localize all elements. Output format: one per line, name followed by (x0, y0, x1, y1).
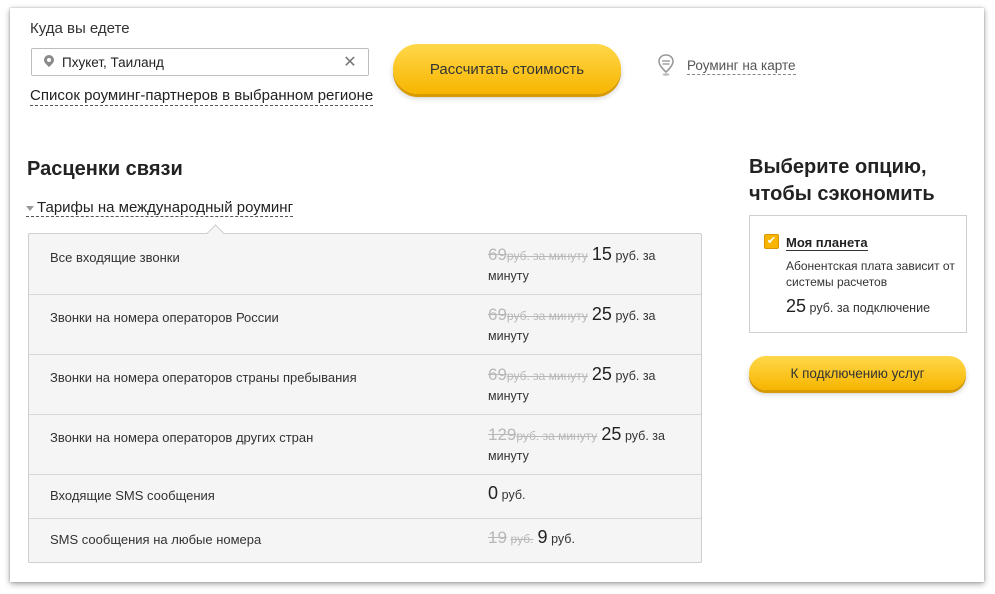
new-price: 0 (488, 483, 499, 503)
option-price-value: 25 (786, 296, 807, 316)
old-price-unit: руб. за минуту (506, 249, 588, 263)
offer-title-line1: Выберите опцию, (749, 156, 927, 178)
option-checkbox[interactable]: ✔ (764, 234, 779, 249)
old-price: 69 (488, 365, 507, 384)
row-label: SMS сообщения на любые номера (50, 532, 262, 547)
row-label: Звонки на номера операторов страны пребы… (50, 370, 357, 385)
old-price: 69 (488, 305, 507, 324)
option-price-unit: руб. за подключение (809, 301, 931, 315)
rates-title: Расценки связи (27, 158, 183, 180)
new-price: 25 (591, 304, 612, 324)
caret-down-icon (26, 205, 34, 211)
map-pin-icon[interactable] (658, 54, 674, 76)
row-price: 69руб. за минуту 25 руб. за минуту (488, 365, 693, 406)
row-label: Все входящие звонки (50, 250, 180, 265)
old-price-unit: руб. за минуту (506, 369, 588, 383)
rates-table: Все входящие звонки 69руб. за минуту 15 р… (28, 233, 702, 563)
row-price: 69руб. за минуту 15 руб. за минуту (488, 245, 693, 286)
new-price-unit: руб. (501, 488, 526, 502)
new-price: 25 (591, 364, 612, 384)
old-price: 19 (488, 528, 507, 547)
roaming-map-link[interactable]: Роуминг на карте (687, 58, 796, 75)
row-price: 19 руб. 9 руб. (488, 528, 693, 549)
offer-title: Выберите опцию, чтобы сэкономить (749, 154, 969, 208)
table-row: Звонки на номера операторов России 69руб… (29, 294, 701, 355)
row-label: Звонки на номера операторов России (50, 310, 279, 325)
row-price: 129руб. за минуту 25 руб. за минуту (488, 425, 693, 466)
table-row: Звонки на номера операторов страны пребы… (29, 354, 701, 415)
new-price: 15 (591, 244, 612, 264)
destination-label: Куда вы едете (30, 20, 130, 37)
row-price: 69руб. за минуту 25 руб. за минуту (488, 305, 693, 346)
offer-title-line2: чтобы сэкономить (749, 183, 935, 205)
tab-international-roaming[interactable]: Тарифы на международный роуминг (26, 199, 294, 217)
connect-services-button[interactable]: К подключению услуг (749, 356, 966, 390)
new-price: 25 (601, 424, 622, 444)
option-description: Абонентская плата зависит от системы рас… (786, 259, 955, 289)
row-label: Входящие SMS сообщения (50, 488, 215, 503)
option-name-link[interactable]: Моя планета (786, 236, 868, 251)
old-price-unit: руб. за минуту (506, 309, 588, 323)
old-price-unit: руб. (510, 532, 534, 546)
new-price-unit: руб. (551, 532, 575, 546)
destination-input[interactable]: Пхукет, Таиланд ✕ (31, 48, 369, 76)
old-price-unit: руб. за минуту (516, 429, 598, 443)
table-row: Звонки на номера операторов других стран… (29, 414, 701, 475)
calculate-cost-button[interactable]: Рассчитать стоимость (393, 44, 621, 94)
tab-label[interactable]: Тарифы на международный роуминг (37, 199, 293, 216)
table-row: Входящие SMS сообщения 0 руб. (29, 474, 701, 519)
table-row: Все входящие звонки 69руб. за минуту 15 р… (29, 234, 701, 295)
destination-value[interactable]: Пхукет, Таиланд (62, 55, 338, 70)
old-price: 129 (488, 425, 517, 444)
offer-card: ✔ Моя планета Абонентская плата зависит … (749, 215, 967, 333)
new-price: 9 (537, 527, 548, 547)
option-price: 25 руб. за подключение (786, 296, 930, 317)
roaming-page: Куда вы едете Пхукет, Таиланд ✕ Список р… (10, 8, 984, 582)
clear-icon[interactable]: ✕ (338, 52, 362, 72)
row-label: Звонки на номера операторов других стран (50, 430, 314, 445)
location-pin-icon (44, 55, 54, 69)
old-price: 69 (488, 245, 507, 264)
partners-link[interactable]: Список роуминг-партнеров в выбранном рег… (30, 87, 374, 106)
table-row: SMS сообщения на любые номера 19 руб. 9 р… (29, 518, 701, 562)
row-price: 0 руб. (488, 484, 693, 505)
